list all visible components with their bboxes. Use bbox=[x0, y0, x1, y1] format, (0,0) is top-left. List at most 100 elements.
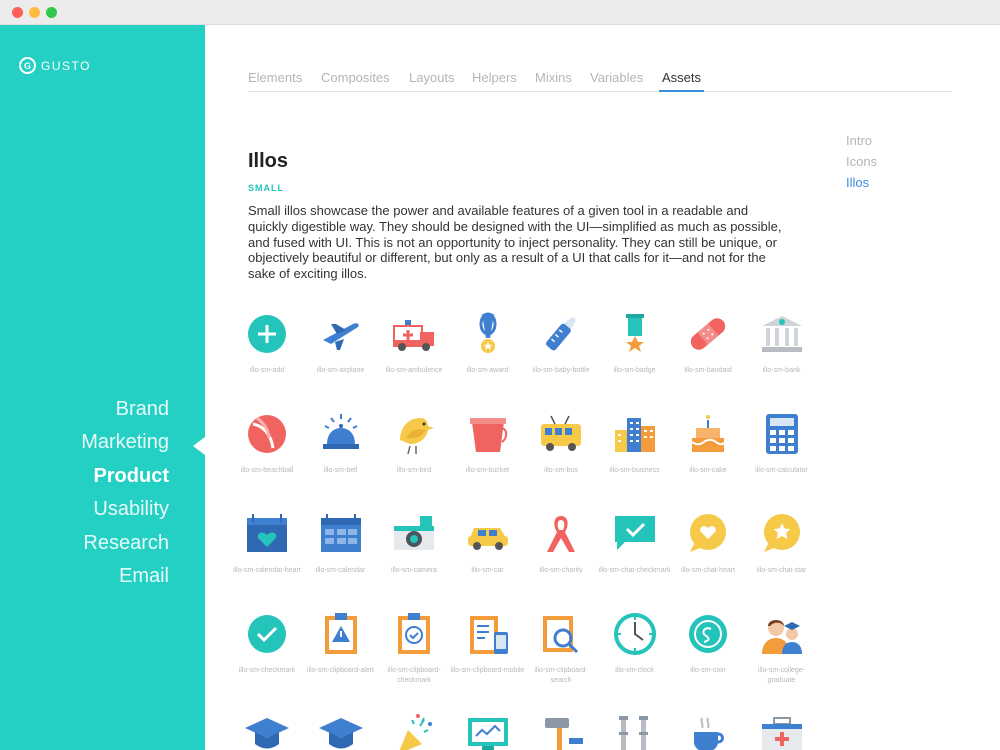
tab-variables[interactable]: Variables bbox=[590, 70, 643, 92]
illo-item[interactable]: illo-sm-beachball bbox=[230, 410, 304, 476]
airplane-icon bbox=[322, 323, 359, 350]
monitor-icon bbox=[467, 718, 508, 750]
illo-item[interactable]: illo-sm-bandaid bbox=[671, 310, 745, 376]
tab-assets[interactable]: Assets bbox=[659, 70, 705, 92]
confetti-icon bbox=[399, 714, 432, 750]
crutches-icon bbox=[618, 716, 648, 750]
illo-item[interactable]: illo-sm-coin bbox=[671, 610, 745, 676]
illo-item[interactable] bbox=[745, 710, 819, 750]
chat-heart-icon bbox=[690, 514, 726, 552]
minimize-window-button[interactable] bbox=[29, 7, 40, 18]
cake-icon bbox=[691, 415, 725, 452]
illo-item[interactable]: illo-sm-business bbox=[598, 410, 672, 476]
illo-item[interactable]: illo-sm-charity bbox=[524, 510, 598, 576]
award-icon bbox=[479, 312, 496, 353]
section-nav: Intro Icons Illos bbox=[846, 130, 877, 193]
illo-item[interactable]: illo-sm-bank bbox=[745, 310, 819, 376]
illo-item[interactable]: illo-sm-add bbox=[230, 310, 304, 376]
illo-label: illo-sm-clipboard-alert bbox=[307, 667, 374, 674]
sidebar-item-usability[interactable]: Usability bbox=[81, 493, 169, 526]
illo-item[interactable] bbox=[671, 710, 745, 750]
clock-icon bbox=[613, 613, 656, 655]
illo-item[interactable]: illo-sm-bird bbox=[377, 410, 451, 476]
illo-item[interactable]: illo-sm-cake bbox=[671, 410, 745, 476]
sidebar-item-marketing[interactable]: Marketing bbox=[81, 426, 169, 459]
illo-item[interactable]: illo-sm-baby-bottle bbox=[524, 310, 598, 376]
illo-item[interactable]: illo-sm-calendar-heart bbox=[230, 510, 304, 576]
section-nav-intro[interactable]: Intro bbox=[846, 130, 877, 151]
illo-label: illo-sm-award bbox=[466, 367, 509, 374]
illo-item[interactable]: illo-sm-bus bbox=[524, 410, 598, 476]
section-description: Small illos showcase the power and avail… bbox=[248, 203, 782, 282]
sidebar-item-product[interactable]: Product bbox=[81, 460, 169, 493]
illo-item[interactable]: illo-sm-college-graduate bbox=[745, 610, 819, 685]
illo-item[interactable] bbox=[451, 710, 525, 750]
illo-label: illo-sm-bucket bbox=[465, 467, 510, 474]
illo-item[interactable]: illo-sm-chat-heart bbox=[671, 510, 745, 576]
maximize-window-button[interactable] bbox=[46, 7, 57, 18]
sidebar-item-email[interactable]: Email bbox=[81, 560, 169, 593]
tab-mixins[interactable]: Mixins bbox=[535, 70, 572, 92]
graduation-cap-icon bbox=[245, 718, 289, 749]
section-subtitle: SMALL bbox=[248, 183, 284, 193]
illo-label: illo-sm-cake bbox=[689, 467, 727, 474]
illo-item[interactable] bbox=[304, 710, 378, 750]
illo-item[interactable]: illo-sm-ambulence bbox=[377, 310, 451, 376]
illo-item[interactable]: illo-sm-bucket bbox=[451, 410, 525, 476]
baby-bottle-icon bbox=[546, 317, 576, 351]
illo-label: illo-sm-clipboard-checkmark bbox=[387, 667, 441, 684]
illo-item[interactable]: illo-sm-camera bbox=[377, 510, 451, 576]
illo-item[interactable] bbox=[524, 710, 598, 750]
bus-icon bbox=[541, 415, 581, 451]
college-graduate-icon bbox=[761, 620, 802, 654]
illo-item[interactable]: illo-sm-checkmark bbox=[230, 610, 304, 676]
illo-item[interactable]: illo-sm-award bbox=[451, 310, 525, 376]
clipboard-checkmark-icon bbox=[398, 613, 430, 654]
calendar-icon bbox=[320, 514, 361, 552]
sidebar-item-research[interactable]: Research bbox=[81, 527, 169, 560]
illo-item[interactable]: illo-sm-airplane bbox=[304, 310, 378, 376]
illo-item[interactable]: illo-sm-calculator bbox=[745, 410, 819, 476]
illo-item[interactable]: illo-sm-calendar bbox=[304, 510, 378, 576]
illo-label: illo-sm-airplane bbox=[316, 367, 365, 374]
illo-item[interactable]: illo-sm-car bbox=[451, 510, 525, 576]
illo-item[interactable] bbox=[598, 710, 672, 750]
top-tabs: Elements Composites Layouts Helpers Mixi… bbox=[248, 70, 952, 92]
illo-label: illo-sm-business bbox=[609, 467, 660, 474]
illo-item[interactable] bbox=[230, 710, 304, 750]
illo-label: illo-sm-beachball bbox=[240, 467, 294, 474]
illo-item[interactable]: illo-sm-bell bbox=[304, 410, 378, 476]
illo-item[interactable]: illo-sm-badge bbox=[598, 310, 672, 376]
illo-item[interactable]: illo-sm-chat-star bbox=[745, 510, 819, 576]
page-title: Illos bbox=[248, 150, 289, 172]
gusto-logo-text: GUSTO bbox=[41, 58, 91, 73]
illo-item[interactable]: illo-sm-chat-checkmark bbox=[598, 510, 672, 576]
sidebar-item-brand[interactable]: Brand bbox=[81, 393, 169, 426]
illo-item[interactable]: illo-sm-clipboard-mobile bbox=[451, 610, 525, 676]
tab-elements[interactable]: Elements bbox=[248, 70, 302, 92]
section-nav-illos[interactable]: Illos bbox=[846, 172, 877, 193]
illo-item[interactable] bbox=[377, 710, 451, 750]
bucket-icon bbox=[469, 418, 507, 452]
illo-item[interactable]: illo-sm-clipboard-alert bbox=[304, 610, 378, 676]
graduation-cap-icon bbox=[318, 718, 363, 749]
illo-label: illo-sm-badge bbox=[613, 367, 656, 374]
car-icon bbox=[467, 528, 508, 550]
illo-label: illo-sm-chat-star bbox=[756, 567, 807, 574]
checkmark-icon bbox=[248, 615, 286, 653]
illo-item[interactable]: illo-sm-clock bbox=[598, 610, 672, 676]
tab-layouts[interactable]: Layouts bbox=[409, 70, 455, 92]
calculator-icon bbox=[765, 414, 798, 454]
gusto-logo[interactable]: G GUSTO bbox=[19, 57, 91, 74]
calendar-heart-icon bbox=[247, 514, 287, 552]
tab-composites[interactable]: Composites bbox=[321, 70, 390, 92]
close-window-button[interactable] bbox=[12, 7, 23, 18]
illo-item[interactable]: illo-sm-clipboard-checkmark bbox=[377, 610, 451, 685]
illo-item[interactable]: illo-sm-clipboard-search bbox=[524, 610, 598, 685]
section-nav-icons[interactable]: Icons bbox=[846, 151, 877, 172]
illo-label: illo-sm-clock bbox=[615, 667, 654, 674]
tab-helpers[interactable]: Helpers bbox=[472, 70, 517, 92]
illo-label: illo-sm-chat-heart bbox=[680, 567, 736, 574]
illo-label: illo-sm-calendar-heart bbox=[233, 567, 301, 574]
hammer-icon bbox=[545, 718, 583, 750]
